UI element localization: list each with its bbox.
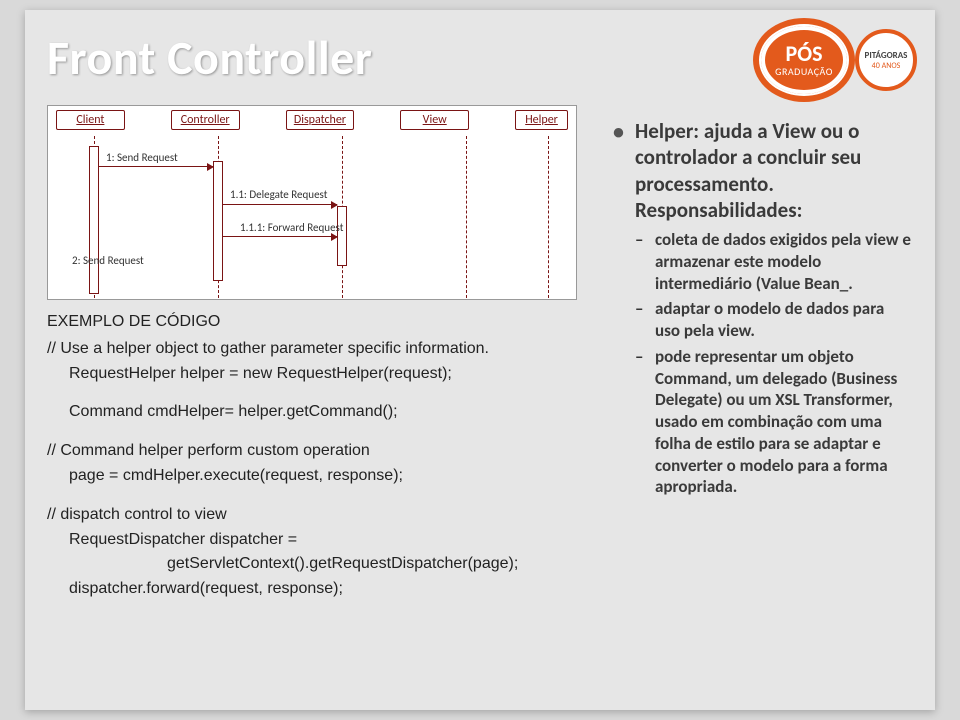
pitagoras-badge-icon: PITÁGORAS 40 ANOS	[855, 29, 917, 91]
code-example: EXEMPLO DE CÓDIGO // Use a helper object…	[47, 310, 587, 602]
slide-title: Front Controller	[47, 28, 372, 87]
code-line: dispatcher.forward(request, response);	[47, 577, 587, 602]
diagram-msg-2: 1.1: Delegate Request	[230, 188, 327, 201]
code-line: // Command helper perform custom operati…	[47, 439, 587, 464]
code-line: // dispatch control to view	[47, 503, 587, 528]
helper-lead: Helper: ajuda a View ou o controlador a …	[613, 118, 913, 223]
code-line: RequestDispatcher dispatcher =	[47, 528, 587, 553]
code-line: RequestHelper helper = new RequestHelper…	[47, 362, 587, 387]
diagram-msg-3: 1.1.1: Forward Request	[240, 221, 343, 234]
code-line: Command cmdHelper= helper.getCommand();	[47, 400, 587, 425]
helper-item: adaptar o modelo de dados para uso pela …	[655, 298, 913, 342]
diagram-object-client: Client	[56, 110, 125, 130]
helper-item: coleta de dados exigidos pela view e arm…	[655, 229, 913, 294]
logo-badges: PÓS GRADUAÇÃO PITÁGORAS 40 ANOS	[759, 24, 917, 96]
code-line: page = cmdHelper.execute(request, respon…	[47, 464, 587, 489]
diagram-msg-1: 1: Send Request	[106, 151, 178, 164]
diagram-object-view: View	[400, 110, 469, 130]
helper-description: Helper: ajuda a View ou o controlador a …	[613, 118, 913, 502]
pos-badge-icon: PÓS GRADUAÇÃO	[759, 24, 849, 96]
helper-item: pode representar um objeto Command, um d…	[655, 346, 913, 498]
diagram-msg-4: 2: Send Request	[72, 254, 144, 267]
code-heading: EXEMPLO DE CÓDIGO	[47, 310, 587, 335]
slide: Front Controller PÓS GRADUAÇÃO PITÁGORAS…	[25, 10, 935, 710]
sequence-diagram: Client Controller Dispatcher View Helper…	[47, 105, 577, 300]
code-line: getServletContext().getRequestDispatcher…	[47, 552, 587, 577]
diagram-object-helper: Helper	[515, 110, 568, 130]
diagram-object-controller: Controller	[171, 110, 240, 130]
diagram-object-dispatcher: Dispatcher	[286, 110, 355, 130]
code-line: // Use a helper object to gather paramet…	[47, 337, 587, 362]
